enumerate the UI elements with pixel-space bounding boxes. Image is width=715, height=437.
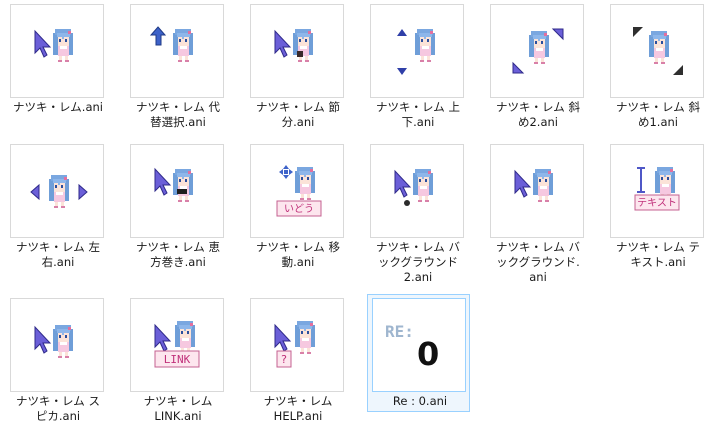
file-thumbnail[interactable]: RE: 0 — [372, 298, 466, 392]
rem-character-icon — [649, 31, 669, 64]
rem-character-icon — [295, 321, 315, 354]
file-name: ナツキ・レム 斜 め2.ani — [496, 100, 580, 129]
diagonal-arrow-icon — [551, 28, 564, 41]
diagonal-arrow-icon — [673, 65, 683, 75]
text-badge-text: テキスト — [637, 198, 677, 209]
rem-character-icon — [175, 321, 195, 354]
file-name: ナツキ・レム テ キスト.ani — [616, 240, 700, 269]
arrow-cursor-icon — [154, 168, 171, 196]
file-name: ナツキ・レム 恵 方巻き.ani — [136, 240, 220, 269]
arrow-cursor-icon — [34, 30, 51, 58]
file-thumbnail[interactable]: LINK — [130, 298, 224, 392]
file-name: ナツキ・レム 上 下.ani — [376, 100, 460, 129]
diagonal-arrow-icon — [633, 27, 643, 37]
file-thumbnail[interactable] — [370, 144, 464, 238]
file-name: ナツキ・レム.ani — [13, 100, 103, 114]
arrow-cursor-icon — [34, 326, 51, 354]
file-thumbnail[interactable]: テキスト — [610, 144, 704, 238]
file-thumbnail[interactable] — [490, 144, 584, 238]
file-name: ナツキ・レム LINK.ani — [143, 394, 213, 423]
file-thumbnail[interactable] — [10, 298, 104, 392]
file-name: ナツキ・レム バ ックグラウンド. ani — [496, 240, 580, 284]
re-text: RE: — [385, 322, 414, 341]
up-arrow-icon — [149, 26, 167, 46]
link-badge-text: LINK — [164, 353, 191, 366]
file-name: ナツキ・レム 節 分.ani — [256, 100, 340, 129]
down-arrow-icon — [397, 68, 407, 75]
left-arrow-icon — [30, 183, 40, 201]
rem-character-icon — [533, 169, 553, 202]
file-thumbnail[interactable]: ? — [250, 298, 344, 392]
right-arrow-icon — [78, 183, 88, 201]
file-name: ナツキ・レム HELP.ani — [263, 394, 333, 423]
file-name: ナツキ・レム ス ピカ.ani — [16, 394, 100, 423]
move-badge-text: いどう — [284, 203, 314, 215]
rem-character-icon — [295, 167, 315, 200]
file-thumbnail[interactable] — [130, 144, 224, 238]
file-thumbnail[interactable] — [490, 4, 584, 98]
bean-icon — [297, 51, 303, 57]
file-name: ナツキ・レム 移 動.ani — [256, 240, 340, 269]
move-cross-icon — [279, 165, 293, 179]
ehomaki-roll-icon — [177, 189, 187, 194]
file-thumbnail[interactable] — [10, 4, 104, 98]
text-cursor-icon — [637, 167, 645, 193]
file-name: Re : 0.ani — [392, 394, 448, 408]
file-thumbnail[interactable] — [250, 4, 344, 98]
rem-character-icon — [529, 31, 549, 64]
busy-indicator-icon — [404, 200, 410, 206]
up-arrow-icon — [397, 29, 407, 36]
rem-character-icon — [293, 29, 313, 62]
rem-character-icon — [53, 325, 73, 358]
rem-character-icon — [173, 29, 193, 62]
rem-character-icon — [49, 175, 69, 208]
help-badge-text: ? — [281, 353, 287, 366]
rem-character-icon — [173, 169, 193, 202]
rem-character-icon — [413, 169, 433, 202]
file-name: ナツキ・レム バ ックグラウンド 2.ani — [376, 240, 460, 284]
file-thumbnail[interactable] — [370, 4, 464, 98]
rem-character-icon — [415, 29, 435, 62]
file-thumbnail[interactable] — [130, 4, 224, 98]
arrow-cursor-icon — [274, 324, 291, 352]
arrow-cursor-icon — [514, 170, 531, 198]
file-thumbnail[interactable]: いどう — [250, 144, 344, 238]
zero-text: 0 — [417, 335, 439, 373]
diagonal-arrow-icon — [512, 61, 525, 74]
file-name: ナツキ・レム 斜 め1.ani — [616, 100, 700, 129]
file-thumbnail[interactable] — [10, 144, 104, 238]
arrow-cursor-icon — [274, 30, 291, 58]
file-name: ナツキ・レム 代 替選択.ani — [136, 100, 220, 129]
rem-character-icon — [53, 29, 73, 62]
arrow-cursor-icon — [394, 170, 411, 198]
file-thumbnail[interactable] — [610, 4, 704, 98]
arrow-cursor-icon — [154, 324, 171, 352]
file-name: ナツキ・レム 左 右.ani — [16, 240, 100, 269]
